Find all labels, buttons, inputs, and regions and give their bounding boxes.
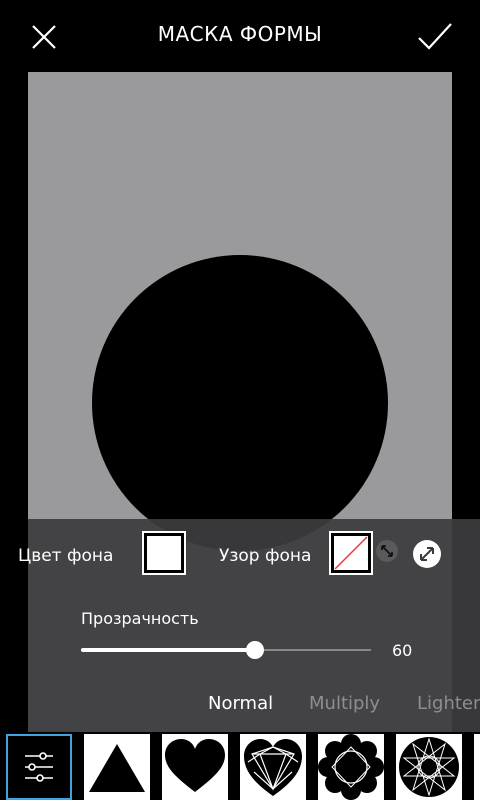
triangle-icon	[89, 744, 145, 792]
resize-button[interactable]	[375, 539, 399, 563]
blend-mode-multiply[interactable]: Multiply	[309, 693, 380, 714]
background-pattern-swatch[interactable]	[329, 531, 373, 575]
shape-heart[interactable]	[162, 734, 228, 800]
shape-triangle[interactable]	[84, 734, 150, 800]
flower-icon	[318, 734, 384, 800]
more-shapes-button[interactable]	[474, 734, 480, 800]
resize-icon	[376, 540, 398, 562]
mask-settings-panel: Цвет фона Узор фона Прозрачность 60 Norm…	[18, 519, 480, 732]
blend-mode-normal[interactable]: Normal	[208, 693, 273, 714]
slider-fill	[81, 648, 255, 652]
white-color-fill	[147, 536, 181, 570]
heart-icon	[165, 739, 225, 792]
shape-star-burst[interactable]	[396, 734, 462, 800]
circle-shape-mask	[92, 255, 388, 551]
page-title: МАСКА ФОРМЫ	[157, 22, 323, 46]
opacity-slider[interactable]	[81, 641, 371, 659]
top-bar: МАСКА ФОРМЫ	[0, 0, 480, 72]
expand-icon	[413, 540, 441, 568]
no-pattern-fill	[334, 536, 368, 570]
confirm-button[interactable]	[415, 18, 455, 58]
opacity-value: 60	[392, 641, 413, 660]
no-pattern-slash-icon	[334, 536, 368, 570]
background-pattern-label: Узор фона	[219, 546, 312, 566]
background-color-label: Цвет фона	[18, 546, 114, 566]
shape-flower[interactable]	[318, 734, 384, 800]
expand-button[interactable]	[412, 539, 442, 569]
background-color-swatch[interactable]	[142, 531, 186, 575]
settings-tool-button[interactable]	[6, 734, 72, 800]
checkmark-icon	[418, 23, 452, 50]
sliders-icon	[25, 752, 53, 782]
shape-toolbar	[0, 732, 480, 800]
slider-thumb[interactable]	[246, 641, 264, 659]
opacity-label: Прозрачность	[81, 609, 199, 628]
gem-icon	[244, 739, 302, 796]
shape-gem[interactable]	[240, 734, 306, 800]
blend-mode-lighten[interactable]: Lighten	[417, 693, 480, 714]
star-burst-icon	[399, 737, 459, 797]
